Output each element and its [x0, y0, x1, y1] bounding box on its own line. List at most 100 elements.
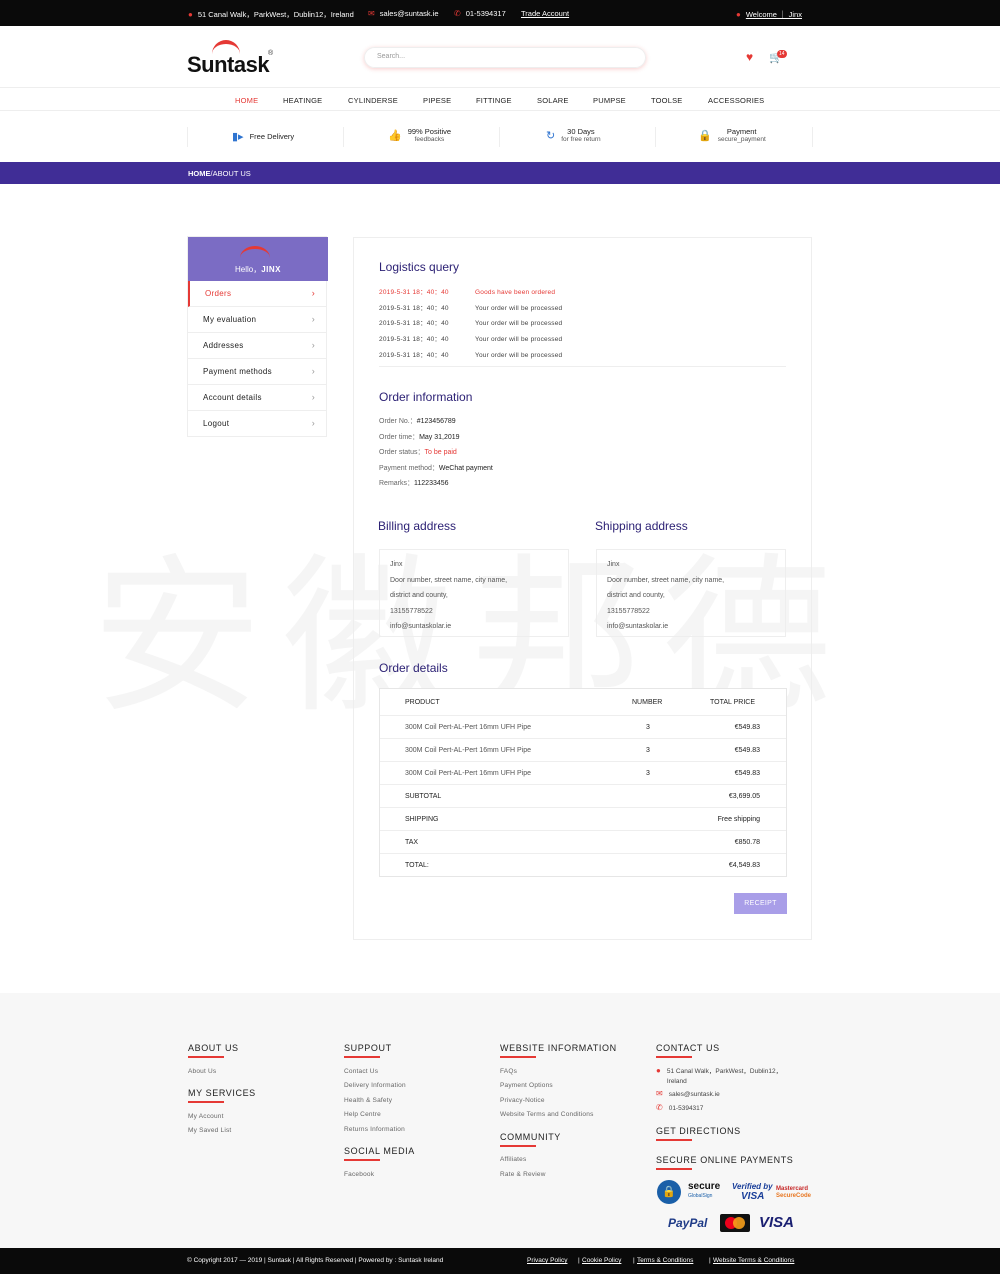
- order-time: Order time：May 31,2019: [379, 434, 460, 441]
- location-pin-icon: ●: [188, 9, 193, 19]
- footer-link[interactable]: My Account: [188, 1113, 224, 1120]
- trade-account-link[interactable]: Trade Account: [521, 9, 569, 18]
- footer-link[interactable]: Affiliates: [500, 1156, 526, 1163]
- nav-home[interactable]: HOME: [235, 96, 258, 105]
- footer-email[interactable]: ✉ sales@suntask.ie: [656, 1090, 720, 1100]
- nav-fittinge[interactable]: FITTINGE: [476, 96, 512, 105]
- chevron-right-icon: ›: [311, 340, 315, 350]
- sidebar-item-orders[interactable]: Orders ›: [188, 281, 327, 307]
- sidebar-item-payment-methods[interactable]: Payment methods ›: [188, 359, 327, 385]
- sidebar-item-logout[interactable]: Logout ›: [188, 411, 327, 437]
- nav-heatinge[interactable]: HEATINGE: [283, 96, 322, 105]
- sidebar-item-evaluation[interactable]: My evaluation ›: [188, 307, 327, 333]
- logistics-title: Logistics query: [379, 260, 460, 274]
- privacy-policy-link[interactable]: Privacy Policy: [527, 1257, 567, 1264]
- footer-link[interactable]: Privacy-Notice: [500, 1097, 545, 1104]
- features-bar: ▮▸ Free Delivery 👍 99% Positive feedbacks ↻…: [0, 111, 1000, 162]
- nav-cylinderse[interactable]: CYLINDERSE: [348, 96, 398, 105]
- footer-link[interactable]: Delivery Information: [344, 1082, 406, 1089]
- footer-link[interactable]: Health & Safety: [344, 1097, 392, 1104]
- bottom-bar: © Copyright 2017 — 2019 | Suntask | All …: [0, 1248, 1000, 1274]
- footer-website-title: WEBSITE INFORMATION: [500, 1043, 617, 1058]
- chevron-right-icon: ›: [311, 392, 315, 402]
- sidebar-header: Hello，JINX: [188, 237, 328, 281]
- secure-lock-icon: 🔒: [657, 1180, 681, 1204]
- verified-by-text: Verified by: [732, 1182, 773, 1191]
- footer-address: ● 51 Canal Walk，ParkWest，Dublin12， Ireland: [656, 1066, 783, 1086]
- globalsign-text: GlobalSign: [688, 1193, 713, 1199]
- shipping-address-card: Jinx Door number, street name, city name…: [596, 549, 786, 637]
- verified-visa-text: VISA: [741, 1191, 765, 1202]
- footer-about-title: ABOUT US: [188, 1043, 239, 1058]
- footer-services-title: MY SERVICES: [188, 1088, 256, 1103]
- order-status: Order status：To be paid: [379, 449, 457, 456]
- payment-method: Payment method：WeChat payment: [379, 465, 493, 472]
- table-row: 300M Coil Pert-AL-Pert 16mm UFH Pipe 3 €…: [380, 762, 786, 785]
- billing-address-card: Jinx Door number, street name, city name…: [379, 549, 569, 637]
- order-details-table: PRODUCT NUMBER TOTAL PRICE 300M Coil Per…: [379, 688, 787, 877]
- billing-title: Billing address: [378, 519, 457, 533]
- footer-link[interactable]: About Us: [188, 1068, 216, 1075]
- nav-accessories[interactable]: ACCESSORIES: [708, 96, 764, 105]
- feature-payment: 🔒 Payment secure_payment: [698, 127, 766, 143]
- sidebar-item-addresses[interactable]: Addresses ›: [188, 333, 327, 359]
- breadcrumb-home[interactable]: HOME: [188, 169, 211, 178]
- footer-link[interactable]: Rate & Review: [500, 1171, 546, 1178]
- chevron-right-icon: ›: [311, 288, 315, 298]
- breadcrumb-current: /ABOUT US: [210, 169, 251, 178]
- cart-count-badge: 14: [777, 50, 787, 58]
- lock-icon: 🔒: [698, 129, 712, 142]
- footer-social-title: SOCIAL MEDIA: [344, 1146, 415, 1161]
- terms-link[interactable]: Terms & Conditions: [637, 1257, 693, 1264]
- user-icon: ●: [736, 9, 741, 19]
- truck-icon: ▮▸: [232, 131, 244, 143]
- footer-link[interactable]: Returns Information: [344, 1126, 405, 1133]
- footer-link[interactable]: FAQs: [500, 1068, 517, 1075]
- footer-directions-title[interactable]: GET DIRECTIONS: [656, 1126, 741, 1141]
- refresh-icon: ↻: [546, 129, 556, 142]
- footer-link[interactable]: Website Terms and Conditions: [500, 1111, 594, 1118]
- logistics-row: 2019-5-31 18：40：40 Your order will be pro…: [379, 352, 563, 359]
- footer-contact-title: CONTACT US: [656, 1043, 720, 1058]
- footer-link[interactable]: Payment Options: [500, 1082, 553, 1089]
- nav-pumpse[interactable]: PUMPSE: [593, 96, 626, 105]
- table-row: 300M Coil Pert-AL-Pert 16mm UFH Pipe 3 €…: [380, 739, 786, 762]
- nav-pipese[interactable]: PIPESE: [423, 96, 451, 105]
- securecode-text: SecureCode: [776, 1193, 812, 1199]
- logistics-row: 2019-5-31 18：40：40 Your order will be pro…: [379, 305, 563, 312]
- phone-icon: ✆: [656, 1103, 663, 1112]
- topbar-phone[interactable]: ✆ 01-5394317: [454, 9, 506, 18]
- website-terms-link[interactable]: Website Terms & Conditions: [713, 1257, 794, 1264]
- logo-registered-mark: ®: [268, 50, 274, 57]
- topbar-email[interactable]: ✉ sales@suntask.ie: [368, 9, 439, 18]
- tax-row: TAX €850.78: [380, 831, 786, 854]
- welcome-user-link[interactable]: ● Welcome ｜ Jinx: [736, 9, 802, 20]
- cookie-policy-link[interactable]: Cookie Policy: [582, 1257, 621, 1264]
- search-input[interactable]: Search...: [364, 47, 646, 68]
- order-details-title: Order details: [379, 661, 448, 675]
- divider: [379, 366, 786, 367]
- chevron-right-icon: ›: [311, 314, 315, 324]
- table-row: 300M Coil Pert-AL-Pert 16mm UFH Pipe 3 €…: [380, 716, 786, 739]
- footer-link[interactable]: Contact Us: [344, 1068, 378, 1075]
- mail-icon: ✉: [656, 1089, 663, 1098]
- footer-link[interactable]: Facebook: [344, 1171, 374, 1178]
- order-number: Order No.：#123456789: [379, 418, 456, 425]
- footer-link[interactable]: Help Centre: [344, 1111, 381, 1118]
- receipt-button[interactable]: RECEIPT: [734, 893, 787, 914]
- heart-icon[interactable]: ♥: [746, 50, 753, 64]
- nav-solare[interactable]: SOLARE: [537, 96, 569, 105]
- nav-toolse[interactable]: TOOLSE: [651, 96, 683, 105]
- table-header: PRODUCT NUMBER TOTAL PRICE: [380, 689, 786, 716]
- topbar-address: ● 51 Canal Walk，ParkWest，Dublin12，Ireland: [188, 9, 354, 19]
- logistics-row: 2019-5-31 18：40：40 Your order will be pro…: [379, 320, 563, 327]
- shipping-title: Shipping address: [595, 519, 688, 533]
- total-row: TOTAL: €4,549.83: [405, 862, 760, 869]
- footer-community-title: COMMUNITY: [500, 1132, 561, 1147]
- mastercard-logo: [720, 1214, 750, 1232]
- logo[interactable]: Suntask: [187, 52, 270, 78]
- footer-phone[interactable]: ✆ 01-5394317: [656, 1104, 703, 1114]
- sidebar-item-account-details[interactable]: Account details ›: [188, 385, 327, 411]
- footer-link[interactable]: My Saved List: [188, 1127, 231, 1134]
- feature-return: ↻ 30 Days for free return: [546, 127, 601, 143]
